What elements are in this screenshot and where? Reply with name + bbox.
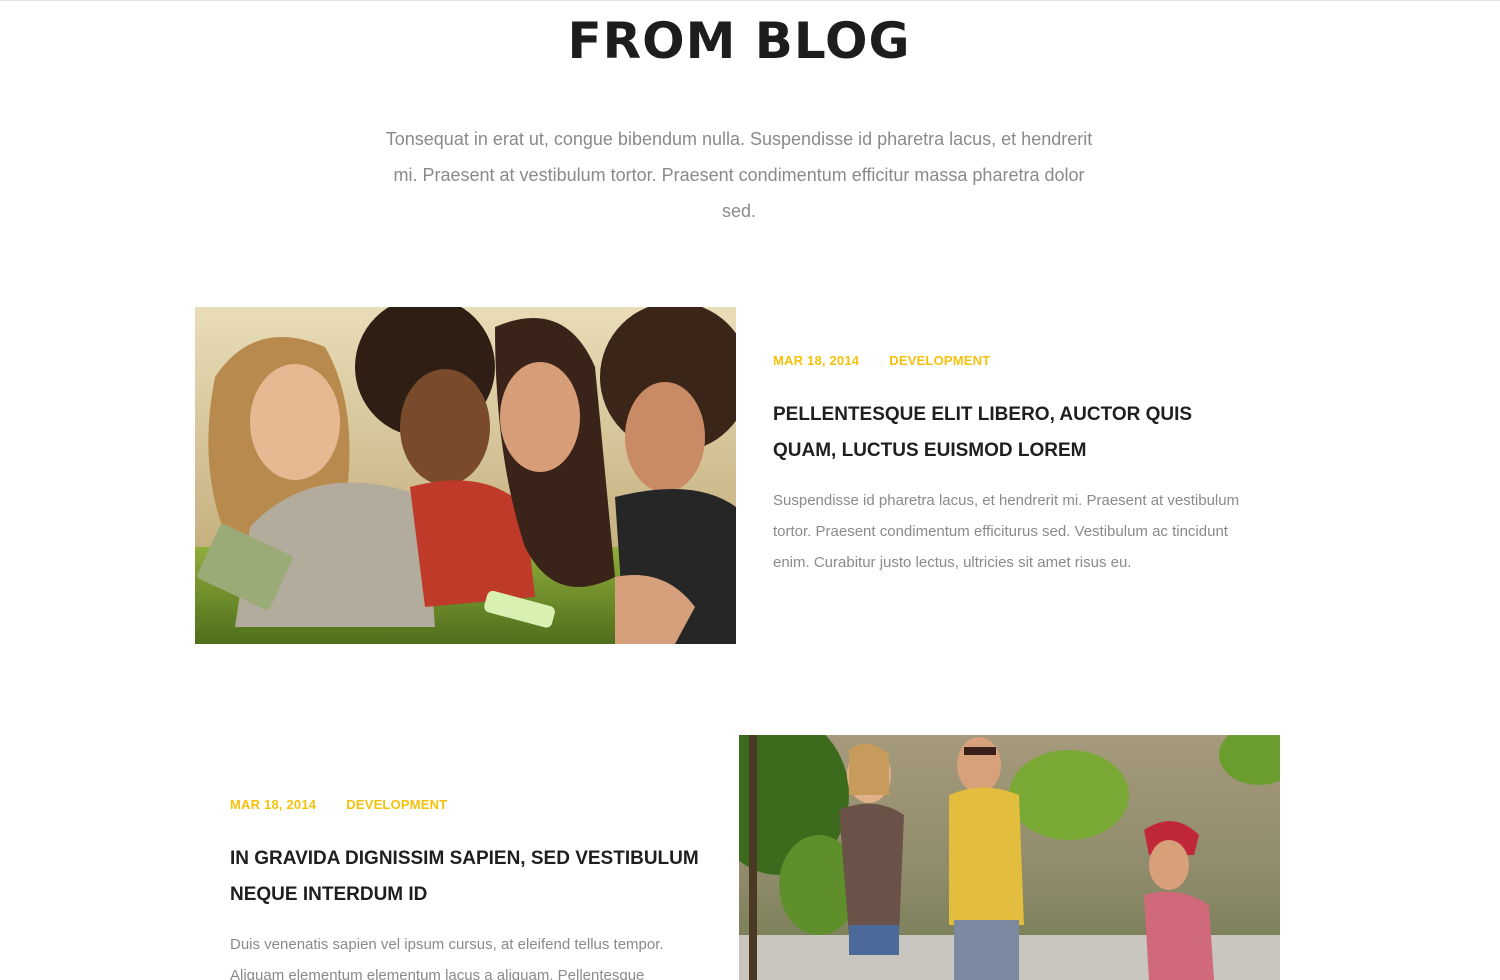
post-meta: MAR 18, 2014 DEVELOPMENT bbox=[230, 797, 700, 813]
post-date[interactable]: MAR 18, 2014 bbox=[230, 797, 316, 813]
post-category[interactable]: DEVELOPMENT bbox=[346, 797, 447, 813]
post-title[interactable]: PELLENTESQUE ELIT LIBERO, AUCTOR QUIS QU… bbox=[773, 397, 1243, 469]
post-date[interactable]: MAR 18, 2014 bbox=[773, 353, 859, 369]
section-intro: Tonsequat in erat ut, congue bibendum nu… bbox=[385, 129, 1093, 221]
post-category[interactable]: DEVELOPMENT bbox=[889, 353, 990, 369]
post-excerpt: Duis venenatis sapien vel ipsum cursus, … bbox=[230, 936, 664, 980]
post-image-friends-on-grass[interactable] bbox=[195, 307, 736, 644]
post-2: MAR 18, 2014 DEVELOPMENT IN GRAVIDA DIGNI… bbox=[230, 797, 700, 980]
post-excerpt: Suspendisse id pharetra lacus, et hendre… bbox=[773, 492, 1240, 571]
post-meta: MAR 18, 2014 DEVELOPMENT bbox=[773, 353, 1243, 369]
post-image-friends-outdoors[interactable] bbox=[739, 735, 1280, 980]
post-1: MAR 18, 2014 DEVELOPMENT PELLENTESQUE ELI… bbox=[773, 353, 1243, 578]
blog-page: FROM BLOG Tonsequat in erat ut, congue b… bbox=[0, 0, 1500, 980]
top-divider bbox=[0, 0, 1500, 1]
section-title: FROM BLOG bbox=[567, 12, 911, 70]
post-title[interactable]: IN GRAVIDA DIGNISSIM SAPIEN, SED VESTIBU… bbox=[230, 841, 700, 913]
